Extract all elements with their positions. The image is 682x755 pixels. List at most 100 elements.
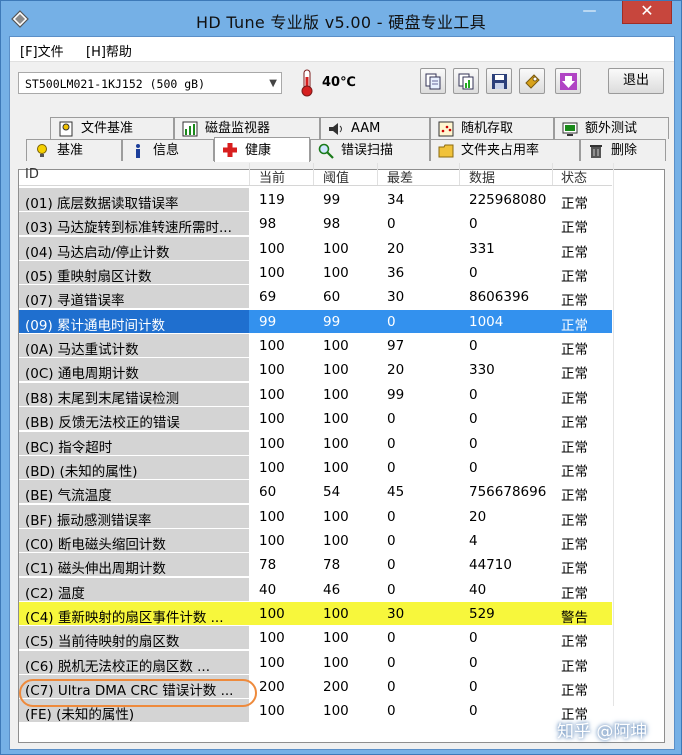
cell-worst: 0 [387,654,396,671]
cell-status: 正常 [561,585,588,602]
app-window: HD Tune 专业版 v5.00 - 硬盘专业工具 — ▢ ✕ [F]文件 [… [0,0,682,755]
tab-info[interactable]: 信息 [122,139,214,161]
table-row[interactable]: (04) 马达启动/停止计数 100 100 20 331 正常 [19,236,612,261]
toolbar: ST500LM021-1KJ152 (500 gB) ▼ 40℃ 退出 [10,65,674,105]
tab-random-access[interactable]: 随机存取 [430,117,554,139]
cell-current: 40 [259,581,277,598]
table-row[interactable]: (07) 寻道错误率 69 60 30 8606396 正常 [19,285,612,309]
tab-folder-usage[interactable]: 文件夹占用率 [430,139,580,161]
column-header-current[interactable]: 当前 [259,167,285,186]
cell-threshold: 100 [323,265,349,282]
menu-file[interactable]: [F]文件 [20,41,64,60]
table-row[interactable]: (C5) 当前待映射的扇区数 100 100 0 0 正常 [19,626,612,650]
cell-worst: 97 [387,338,405,355]
close-button[interactable]: ✕ [622,1,672,24]
column-header-id[interactable]: ID [25,167,39,182]
floppy-disk-icon [492,74,507,89]
column-header-worst[interactable]: 最差 [387,167,413,186]
tab-error-scan[interactable]: 错误扫描 [310,139,430,161]
tab-benchmark[interactable]: 基准 [26,139,122,161]
table-row[interactable]: (05) 重映射扇区计数 100 100 36 0 正常 [19,261,612,285]
cell-status: 正常 [561,390,588,407]
table-row[interactable]: (03) 马达旋转到标准转速所需时... 98 98 0 0 正常 [19,212,612,236]
column-divider[interactable] [552,163,553,185]
save-button[interactable] [486,68,512,94]
cell-worst: 30 [387,605,405,622]
column-header-threshold[interactable]: 阈值 [323,167,349,186]
title-bar[interactable]: HD Tune 专业版 v5.00 - 硬盘专业工具 — ▢ ✕ [1,1,681,36]
cell-id: (09) 累计通电时间计数 [25,317,166,334]
download-button[interactable] [555,68,581,94]
cell-id: (01) 底层数据读取错误率 [25,196,179,212]
cell-status: 正常 [561,536,588,553]
cell-status: 正常 [561,244,588,261]
column-divider[interactable] [377,163,378,185]
tab-health[interactable]: 健康 [214,137,310,162]
tab-disk-monitor[interactable]: 磁盘监视器 [174,117,320,139]
options-button[interactable] [519,68,545,94]
cell-worst: 0 [387,313,396,330]
column-divider[interactable] [249,163,250,185]
table-row[interactable]: (0C) 通电周期计数 100 100 20 330 正常 [19,358,612,382]
table-row[interactable]: (C1) 磁头伸出周期计数 78 78 0 44710 正常 [19,553,612,577]
copy-chart-icon [458,73,474,90]
minimize-button[interactable]: — [573,1,606,23]
cell-threshold: 100 [323,338,349,355]
cell-current: 200 [259,679,285,695]
tab-file-benchmark[interactable]: 文件基准 [50,117,174,139]
table-row[interactable]: (BF) 振动感测错误率 100 100 0 20 正常 [19,504,612,529]
cell-status: 正常 [561,439,588,456]
table-row[interactable]: (BB) 反馈无法校正的错误 100 100 0 0 正常 [19,407,612,431]
exit-button[interactable]: 退出 [608,68,664,94]
column-header-status[interactable]: 状态 [561,167,587,186]
menu-help[interactable]: [H]帮助 [86,41,132,60]
table-row[interactable]: (C0) 断电磁头缩回计数 100 100 0 4 正常 [19,528,612,553]
table-row[interactable]: (C2) 温度 40 46 0 40 正常 [19,577,612,602]
cell-threshold: 78 [323,557,341,574]
table-row[interactable]: (BC) 指令超时 100 100 0 0 正常 [19,431,612,456]
column-divider[interactable] [313,163,314,185]
cell-threshold: 100 [323,630,349,647]
tab-extra-tests[interactable]: 额外测试 [554,117,669,139]
cell-worst: 20 [387,240,405,257]
cell-data: 0 [469,630,478,647]
cell-status: 正常 [561,342,588,359]
table-row[interactable]: (09) 累计通电时间计数 99 99 0 1004 正常 [19,309,612,334]
table-row[interactable]: (BD) (未知的属性) 100 100 0 0 正常 [19,455,612,480]
cell-threshold: 60 [323,289,341,306]
cell-current: 100 [259,411,285,428]
table-header: ID 当前 阈值 最差 数据 状态 [19,163,612,186]
cell-current: 119 [259,192,285,208]
table-row[interactable]: (0A) 马达重试计数 100 100 97 0 正常 [19,334,612,358]
table-row[interactable]: (C4) 重新映射的扇区事件计数 ... 100 100 30 529 警告 [19,601,612,626]
cell-threshold: 200 [323,679,349,695]
chart-icon [182,121,198,137]
copy-text-button[interactable] [420,68,446,94]
cell-current: 100 [259,338,285,355]
cell-worst: 99 [387,386,405,403]
cell-data: 8606396 [469,289,530,306]
cell-worst: 0 [387,508,396,525]
bulb-icon [37,144,47,157]
cell-id: (07) 寻道错误率 [25,293,125,310]
table-row[interactable]: (B8) 末尾到末尾错误检测 100 100 99 0 正常 [19,382,612,407]
cell-data: 0 [469,703,478,720]
copy-screenshot-button[interactable] [453,68,479,94]
column-divider[interactable] [459,163,460,185]
cell-id: (BD) (未知的属性) [25,463,138,480]
cell-worst: 0 [387,557,396,574]
column-header-data[interactable]: 数据 [469,167,495,186]
trash-icon [590,145,602,158]
table-row[interactable]: (C6) 脱机无法校正的扇区数 ... 100 100 0 0 正常 [19,650,612,675]
cell-current: 99 [259,313,277,330]
cell-data: 20 [469,508,487,525]
tab-erase[interactable]: 删除 [580,139,666,161]
table-row[interactable]: (01) 底层数据读取错误率 119 99 34 225968080 正常 [19,188,612,212]
cell-id: (C0) 断电磁头缩回计数 [25,536,166,553]
cell-threshold: 100 [323,532,349,549]
tab-aam[interactable]: AAM [320,117,430,139]
drive-select[interactable]: ST500LM021-1KJ152 (500 gB) ▼ [18,72,282,94]
cell-threshold: 99 [323,192,341,208]
cell-data: 40 [469,581,487,598]
table-row[interactable]: (BE) 气流温度 60 54 45 756678696 正常 [19,480,612,504]
